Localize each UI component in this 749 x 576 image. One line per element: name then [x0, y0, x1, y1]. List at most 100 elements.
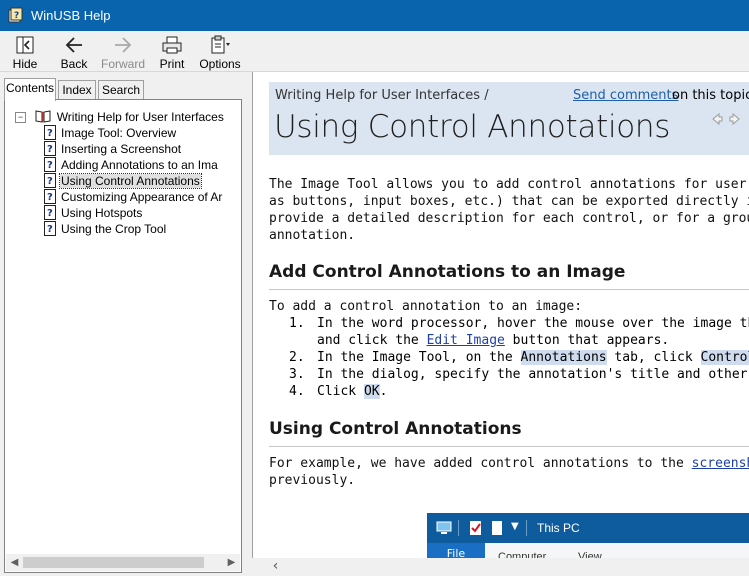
intro-text: provide a detailed description for each … [269, 211, 749, 226]
separator [526, 520, 527, 536]
list-item: 3. In the dialog, specify the annotation'… [289, 366, 749, 383]
scroll-left-arrow-icon[interactable]: ◀ [6, 554, 23, 571]
tab-search[interactable]: Search [98, 80, 144, 100]
list-number: 4. [289, 384, 305, 399]
intro-text: annotation. [269, 228, 356, 243]
separator [458, 520, 459, 536]
hide-icon [16, 36, 34, 54]
section-heading-add: Add Control Annotations to an Image [269, 262, 626, 282]
window-title: WinUSB Help [31, 8, 111, 23]
step-text: button that appears. [504, 333, 670, 348]
intro-text: as buttons, input boxes, etc.) that can … [269, 194, 749, 209]
explorer-title: This PC [537, 521, 580, 535]
printer-icon [162, 36, 182, 54]
step-text: In the dialog, specify the annotation's … [317, 367, 749, 382]
tree-item-label: Inserting a Screenshot [61, 142, 182, 156]
tree-item[interactable]: ? Inserting a Screenshot [44, 141, 182, 157]
help-page-icon: ? [44, 125, 56, 140]
properties-icon [470, 521, 481, 535]
page-title: Using Control Annotations [274, 109, 671, 145]
next-topic-icon[interactable] [728, 112, 742, 126]
explorer-titlebar: ▼ This PC [427, 513, 749, 543]
tree-item[interactable]: ? Using the Crop Tool [44, 221, 167, 237]
list-item: and click the Edit Image button that app… [289, 332, 669, 349]
help-page-icon: ? [44, 173, 56, 188]
send-comments-link[interactable]: Send comments [573, 88, 678, 103]
help-app-icon: ? [8, 7, 23, 23]
intro-text: The Image Tool allows you to add control… [269, 177, 749, 192]
example-text: previously. [269, 472, 355, 489]
breadcrumb[interactable]: Writing Help for User Interfaces / [275, 88, 489, 103]
tree-horizontal-scrollbar[interactable]: ◀ ▶ [6, 554, 240, 571]
tree-item-label: Using Control Annotations [59, 173, 202, 189]
ui-term-highlight: Annotations [520, 350, 607, 365]
svg-text:?: ? [47, 224, 53, 235]
example-text: For example, we have added control annot… [269, 455, 749, 472]
topic-content: Writing Help for User Interfaces / Send … [252, 72, 749, 576]
step-text: In the word processor, hover the mouse o… [317, 316, 749, 331]
new-folder-icon [492, 521, 502, 535]
tree-item[interactable]: ? Image Tool: Overview [44, 125, 177, 141]
options-label: Options [199, 57, 241, 71]
step-text: tab, click [606, 350, 701, 365]
step-text: In the Image Tool, on the [317, 350, 521, 365]
list-item: 4. Click OK. [289, 383, 387, 400]
tab-index[interactable]: Index [58, 80, 96, 100]
list-item: 1. In the word processor, hover the mouse… [289, 315, 749, 332]
section-heading-using: Using Control Annotations [269, 419, 522, 439]
example-text-part: previously. [269, 473, 356, 488]
tree-item-label: Image Tool: Overview [61, 126, 177, 140]
steps-lead: To add a control annotation to an image: [269, 299, 583, 314]
quick-access-dropdown-icon: ▼ [511, 521, 519, 532]
tab-contents[interactable]: Contents [4, 78, 56, 101]
open-book-icon [35, 110, 51, 123]
list-number: 1. [289, 316, 305, 331]
scroll-left-arrow-icon[interactable]: ‹ [267, 558, 284, 575]
scroll-thumb[interactable] [23, 557, 204, 568]
back-button[interactable]: Back [56, 33, 92, 71]
previous-topic-icon[interactable] [710, 112, 724, 126]
tree-item[interactable]: ? Using Hotspots [44, 205, 143, 221]
hide-label: Hide [12, 57, 38, 71]
svg-text:?: ? [47, 208, 53, 219]
collapse-toggle[interactable]: − [15, 112, 26, 123]
tree-item[interactable]: ? Adding Annotations to an Ima [44, 157, 219, 173]
print-button[interactable]: Print [155, 33, 189, 71]
tree-root-label: Writing Help for User Interfaces [56, 110, 224, 124]
options-button[interactable]: Options [198, 33, 242, 71]
hide-button[interactable]: Hide [6, 33, 44, 71]
tab-index-label: Index [62, 83, 92, 97]
list-number: 2. [289, 350, 305, 365]
content-horizontal-scrollbar[interactable]: ‹ [252, 558, 749, 576]
computer-icon [436, 521, 452, 534]
step-text: and click the [317, 333, 427, 348]
tree-item-label: Customizing Appearance of Ar [61, 190, 223, 204]
help-page-icon: ? [44, 221, 56, 236]
scroll-right-arrow-icon[interactable]: ▶ [223, 554, 240, 571]
forward-label: Forward [100, 57, 145, 71]
svg-text:?: ? [47, 160, 53, 171]
tree-item[interactable]: ? Using Control Annotations [44, 173, 202, 189]
svg-text:?: ? [47, 176, 53, 187]
tab-search-label: Search [101, 83, 141, 97]
list-number: 3. [289, 367, 305, 382]
title-bar: ? WinUSB Help [0, 0, 749, 31]
step-text: . [379, 384, 388, 399]
forward-button[interactable]: Forward [100, 33, 146, 71]
tree-item-label: Using Hotspots [61, 206, 143, 220]
send-comments-text: on this topic [672, 88, 749, 103]
print-label: Print [159, 57, 185, 71]
toolbar: Hide Back Forward Print Options [0, 31, 749, 72]
screenshot-link[interactable]: screenshot [692, 456, 749, 471]
tree-root[interactable]: − Writing Help for User Interfaces [15, 109, 224, 125]
example-text-part: For example, we have added control annot… [269, 456, 692, 471]
edit-image-link[interactable]: Edit Image [427, 333, 505, 348]
section-divider [269, 289, 749, 290]
svg-text:?: ? [47, 144, 53, 155]
tree-item[interactable]: ? Customizing Appearance of Ar [44, 189, 223, 205]
step-text: Click [317, 384, 364, 399]
contents-tree: − Writing Help for User Interfaces ? Imag… [4, 99, 242, 573]
help-page-icon: ? [44, 189, 56, 204]
section-divider [269, 446, 749, 447]
svg-text:?: ? [14, 11, 19, 21]
